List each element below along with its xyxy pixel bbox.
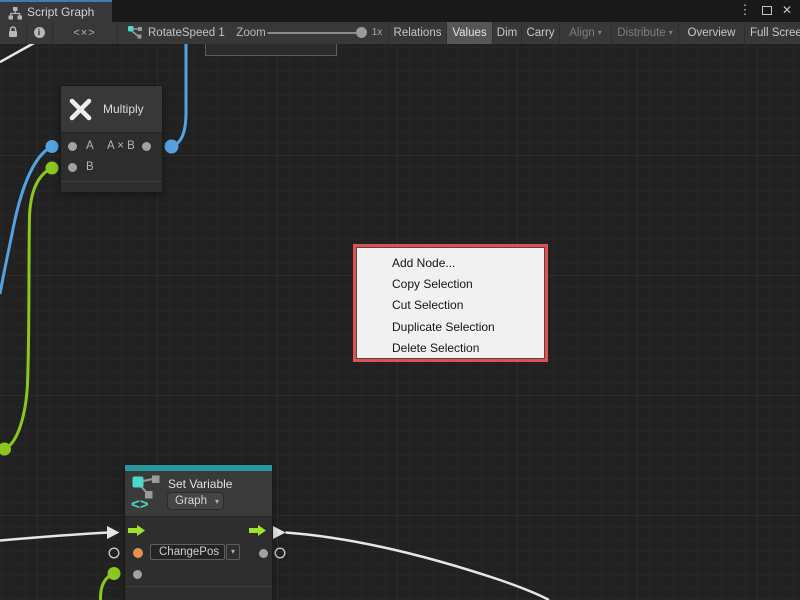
wire-flow-out[interactable]	[286, 533, 550, 600]
carry-button[interactable]: Carry	[521, 22, 559, 44]
variable-name-field[interactable]: ChangePos	[150, 544, 225, 560]
chevron-down-icon: ▾	[669, 28, 673, 37]
info-icon[interactable]: i	[26, 22, 52, 44]
window-maximize-icon[interactable]	[759, 0, 775, 22]
variable-dropdown-button[interactable]: ▾	[226, 544, 240, 560]
node-title: Set Variable	[168, 477, 232, 491]
flow-output-arrow[interactable]	[249, 525, 266, 536]
relations-button[interactable]: Relations	[388, 22, 446, 44]
wire-flow-in[interactable]	[0, 533, 108, 541]
menu-item-delete-selection[interactable]: Delete Selection	[356, 338, 545, 359]
wire-blue-output[interactable]	[172, 44, 186, 147]
chevron-down-icon: ▾	[215, 494, 219, 510]
wire-endpoint-green	[46, 162, 59, 175]
wire-blue-input-a[interactable]	[0, 147, 52, 295]
dim-button[interactable]: Dim	[492, 22, 521, 44]
fullscreen-button[interactable]: Full Screen	[744, 22, 800, 44]
port-input-b[interactable]	[68, 163, 77, 172]
tab-script-graph[interactable]: Script Graph	[0, 0, 112, 22]
zoom-slider-track[interactable]	[267, 32, 363, 34]
menu-item-add-node[interactable]: Add Node...	[356, 253, 545, 274]
multiply-x-icon	[69, 98, 92, 121]
node-multiply[interactable]: Multiply A A × B B	[61, 86, 162, 192]
port-input-a[interactable]	[68, 142, 77, 151]
window-menu-icon[interactable]: ⋮	[738, 0, 752, 22]
partial-node[interactable]	[205, 44, 337, 56]
unity-script-graph-window: Script Graph ⋮ ✕ i <×> RotateSpeed 1 Zoo…	[0, 0, 800, 600]
flow-arrowhead-in	[107, 526, 120, 539]
port-output-axb[interactable]	[142, 142, 151, 151]
port-ring-left[interactable]	[109, 548, 119, 558]
wire-green-setvar[interactable]	[100, 574, 114, 600]
tab-bar: Script Graph ⋮ ✕	[0, 0, 800, 22]
flow-input-arrow[interactable]	[128, 525, 145, 536]
node-title: Multiply	[103, 102, 144, 116]
distribute-dropdown[interactable]: Distribute▾	[611, 22, 678, 44]
set-variable-icon: <>	[131, 475, 163, 511]
flow-arrowhead-out	[273, 526, 286, 539]
port-label-a: A	[86, 140, 94, 152]
port-ring-right[interactable]	[275, 548, 285, 558]
script-machine-icon	[128, 26, 143, 39]
breadcrumb[interactable]: RotateSpeed 1	[128, 22, 224, 44]
context-menu: Add Node... Copy Selection Cut Selection…	[353, 244, 548, 362]
window-close-icon[interactable]: ✕	[779, 0, 795, 22]
port-input-extra[interactable]	[133, 570, 142, 579]
menu-item-copy-selection[interactable]: Copy Selection	[356, 274, 545, 295]
wire-endpoint-blue	[165, 140, 179, 154]
zoom-label: Zoom	[236, 22, 266, 44]
multiply-footer	[61, 181, 162, 192]
zoom-slider-knob[interactable]	[356, 27, 367, 38]
values-button[interactable]: Values	[446, 22, 492, 44]
graph-toolbar: i <×> RotateSpeed 1 Zoom 1x Relations Va…	[0, 22, 800, 44]
wire-endpoint-green	[108, 567, 121, 580]
port-variable-value[interactable]	[133, 548, 143, 558]
port-label-b: B	[86, 161, 94, 173]
lock-icon[interactable]	[0, 22, 26, 44]
menu-item-duplicate-selection[interactable]: Duplicate Selection	[356, 317, 545, 338]
wire-white-topleft[interactable]	[0, 44, 34, 62]
code-preview-icon[interactable]: <×>	[52, 22, 117, 44]
zoom-value: 1x	[368, 22, 386, 44]
overview-button[interactable]: Overview	[678, 22, 744, 44]
variable-scope-dropdown[interactable]: Graph▾	[168, 493, 223, 509]
multiply-header: Multiply	[61, 86, 162, 133]
tab-title: Script Graph	[27, 5, 94, 19]
node-set-variable[interactable]: <> Set Variable Graph▾ ChangePos ▾	[125, 465, 272, 600]
breadcrumb-label: RotateSpeed 1	[148, 27, 225, 39]
port-label-out: A × B	[107, 140, 135, 152]
align-dropdown[interactable]: Align▾	[559, 22, 611, 44]
setvar-footer	[125, 586, 272, 600]
wire-endpoint-green	[0, 443, 11, 456]
wire-green-input-b[interactable]	[6, 168, 52, 448]
wire-endpoint-blue	[46, 140, 59, 153]
svg-text:<>: <>	[131, 496, 149, 511]
setvar-header: <> Set Variable Graph▾	[125, 471, 272, 517]
graph-canvas[interactable]: Multiply A A × B B <> Set Variable	[0, 44, 800, 600]
chevron-down-icon: ▾	[598, 28, 602, 37]
menu-item-cut-selection[interactable]: Cut Selection	[356, 295, 545, 316]
port-output-value[interactable]	[259, 549, 268, 558]
